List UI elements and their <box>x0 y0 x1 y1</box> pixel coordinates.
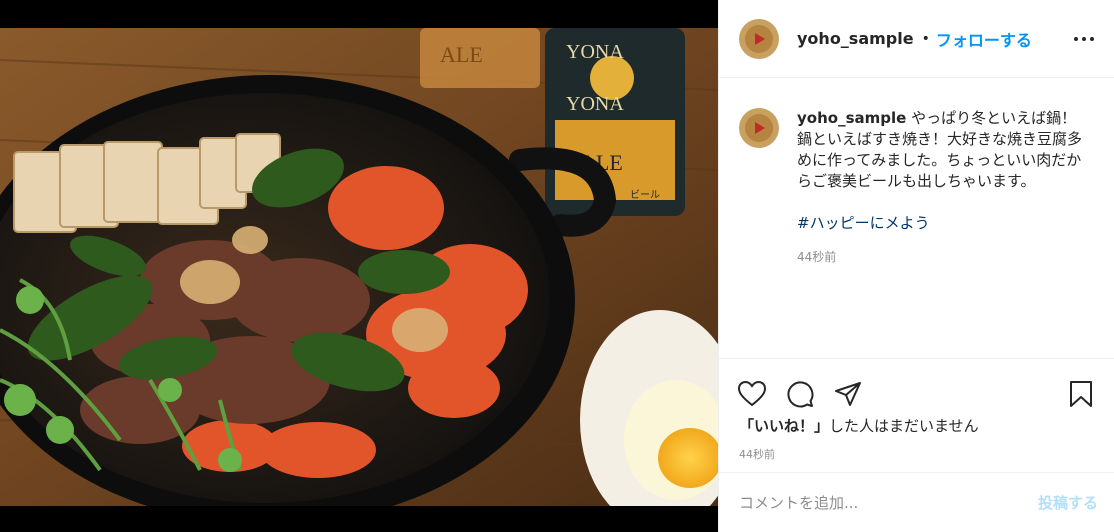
glass-label: ALE <box>440 42 483 67</box>
more-options-icon[interactable] <box>1072 31 1096 47</box>
bookmark-icon[interactable] <box>1066 379 1096 409</box>
post-sidebar: yoho_sample • フォローする yoho_sample やっぱり冬とい… <box>718 0 1114 532</box>
caption-username[interactable]: yoho_sample <box>797 109 906 127</box>
separator-dot: • <box>921 30 930 47</box>
likes-rest: した人はまだいません <box>829 417 979 435</box>
follow-button[interactable]: フォローする <box>936 27 1032 51</box>
caption-text: yoho_sample やっぱり冬といえば鍋！鍋といえばすき焼き！大好きな焼き豆… <box>797 108 1087 192</box>
caption-body: yoho_sample やっぱり冬といえば鍋！鍋といえばすき焼き！大好きな焼き豆… <box>797 108 1087 358</box>
comment-icon[interactable] <box>785 379 815 409</box>
caption-avatar[interactable] <box>739 108 779 148</box>
header-avatar[interactable] <box>739 18 779 59</box>
more-dot <box>1082 36 1086 41</box>
comment-input[interactable] <box>739 493 1038 512</box>
likes-label[interactable]: 「いいね！」 <box>739 417 829 435</box>
post-comment-button[interactable]: 投稿する <box>1038 492 1098 513</box>
post-header: yoho_sample • フォローする <box>719 0 1114 78</box>
bottle-text-2: YONA <box>566 93 624 115</box>
bottle-text-1: YONA <box>566 41 624 63</box>
post-photo[interactable]: ALE YONA YONA ALE ビール <box>0 0 718 532</box>
hashtag-link[interactable]: #ハッピーにメよう <box>797 213 1087 234</box>
bottle-small-text: ビール <box>630 189 660 201</box>
caption-section: yoho_sample やっぱり冬といえば鍋！鍋といえばすき焼き！大好きな焼き豆… <box>719 78 1114 359</box>
heart-icon[interactable] <box>737 379 767 409</box>
likes-summary: 「いいね！」した人はまだいません <box>719 415 1114 436</box>
share-icon[interactable] <box>833 379 863 409</box>
post-timestamp: 44秒前 <box>739 448 775 461</box>
more-dot <box>1074 36 1078 41</box>
action-bar <box>719 359 1114 415</box>
comment-bar: 投稿する <box>719 472 1114 532</box>
more-dot <box>1090 36 1094 41</box>
caption-timestamp: 44秒前 <box>797 250 837 264</box>
sukiyaki-photo: ALE YONA YONA ALE ビール <box>0 0 718 532</box>
header-username[interactable]: yoho_sample <box>797 29 914 48</box>
